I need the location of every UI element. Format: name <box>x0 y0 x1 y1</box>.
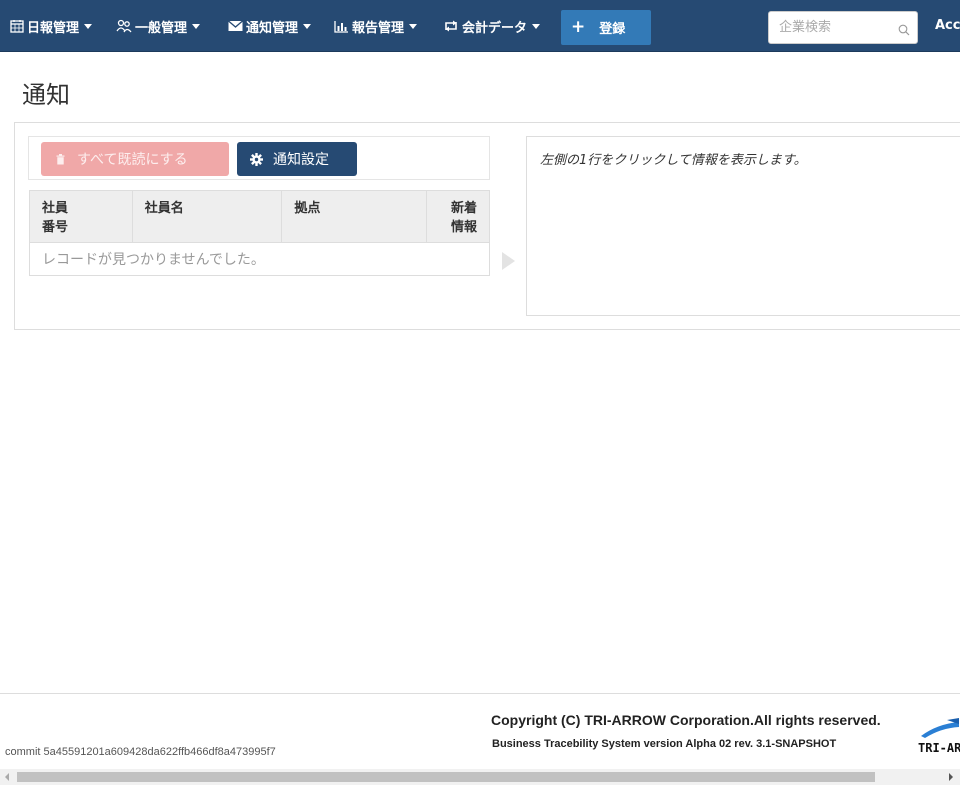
arrow-right-icon <box>502 252 515 270</box>
account-menu[interactable]: Acc <box>935 0 960 52</box>
caret-down-icon <box>409 23 418 29</box>
nav-label: 日報管理 <box>27 20 80 36</box>
envelope-icon <box>228 20 243 32</box>
logo-text: TRI-ARROW <box>918 741 960 755</box>
register-button[interactable]: + 登録 <box>561 10 651 45</box>
search-icon[interactable] <box>898 21 910 40</box>
retweet-icon <box>443 20 459 32</box>
scrollbar-thumb[interactable] <box>17 772 875 782</box>
nav-menu-daily-report[interactable]: 日報管理 <box>10 0 93 52</box>
empty-message: レコードが見つかりませんでした。 <box>29 242 490 276</box>
copyright-text: Copyright (C) TRI-ARROW Corporation.All … <box>491 712 881 728</box>
nav-menu-general[interactable]: 一般管理 <box>116 0 201 52</box>
column-new-info[interactable]: 新着 情報 <box>426 190 490 243</box>
horizontal-scrollbar[interactable] <box>0 769 960 785</box>
mark-all-read-label: すべて既読にする <box>77 152 188 168</box>
caret-down-icon <box>84 23 93 29</box>
commit-hash: commit 5a45591201a609428da622ffb466df8a4… <box>5 746 276 758</box>
column-employee-name[interactable]: 社員名 <box>131 190 283 243</box>
footer-divider <box>0 693 960 694</box>
register-label: 登録 <box>599 22 626 37</box>
users-icon <box>116 19 132 33</box>
nav-menu-notification[interactable]: 通知管理 <box>228 0 312 52</box>
caret-down-icon <box>192 23 201 29</box>
caret-down-icon <box>303 23 312 29</box>
employee-table: 社員 番号 社員名 拠点 新着 情報 レコードが見つかりませんでした。 <box>29 190 490 276</box>
notification-settings-label: 通知設定 <box>273 152 329 168</box>
nav-label: 通知管理 <box>246 20 299 36</box>
notification-settings-button[interactable]: 通知設定 <box>237 142 357 176</box>
table-row: レコードが見つかりませんでした。 <box>29 242 490 276</box>
nav-label: 一般管理 <box>135 20 188 36</box>
version-text: Business Tracebility System version Alph… <box>492 738 837 750</box>
company-search-input[interactable] <box>769 12 897 43</box>
page-title: 通知 <box>22 81 70 109</box>
detail-hint: 左側の1行をクリックして情報を表示します。 <box>540 153 807 168</box>
calendar-icon <box>10 19 24 33</box>
trash-icon <box>56 153 65 165</box>
caret-down-icon <box>532 23 541 29</box>
table-header-row: 社員 番号 社員名 拠点 新着 情報 <box>29 190 490 243</box>
bar-chart-icon <box>334 20 349 33</box>
plus-icon: + <box>571 17 586 37</box>
nav-menu-accounting[interactable]: 会計データ <box>443 0 541 52</box>
top-navbar: 日報管理 一般管理 通知管理 報告管理 会計データ + 登録 企業検索 Acc <box>0 0 960 52</box>
company-search <box>768 11 918 44</box>
scroll-left-icon[interactable] <box>5 773 9 781</box>
company-logo <box>917 714 960 764</box>
nav-label: 報告管理 <box>352 20 405 36</box>
nav-label: 会計データ <box>462 20 528 36</box>
scroll-right-icon[interactable] <box>949 773 953 781</box>
gear-icon <box>250 152 263 166</box>
column-employee-number[interactable]: 社員 番号 <box>29 190 133 243</box>
column-location[interactable]: 拠点 <box>281 190 428 243</box>
mark-all-read-button[interactable]: すべて既読にする <box>41 142 229 176</box>
nav-menu-report[interactable]: 報告管理 <box>334 0 418 52</box>
